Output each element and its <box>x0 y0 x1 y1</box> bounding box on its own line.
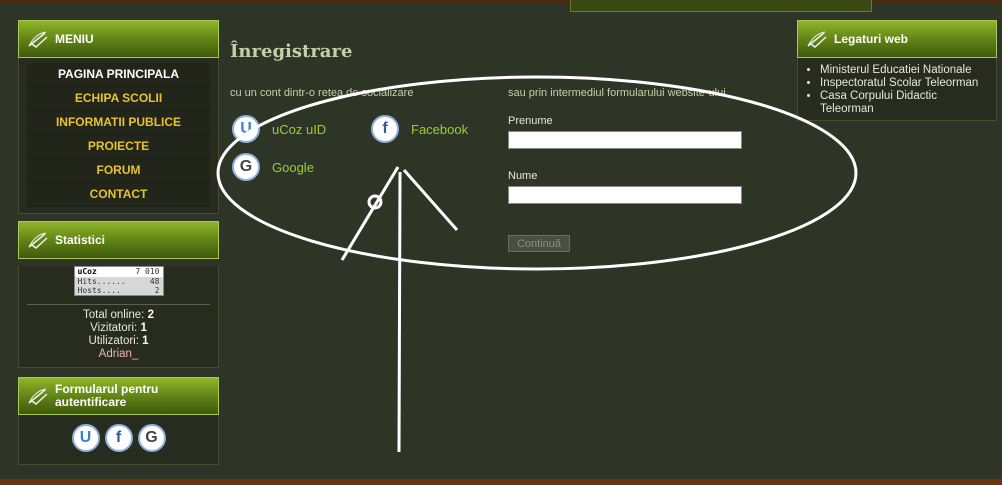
stats-body: uCoz 7 010 Hits...... 48 Hosts.... 2 Total … <box>18 266 219 368</box>
menu-title: MENIU <box>55 31 94 46</box>
page-title: Înregistrare <box>230 41 353 62</box>
counter-hits: 48 <box>149 277 160 286</box>
auth-title: Formularul pentru autentificare <box>55 383 158 409</box>
visitors-value: 1 <box>140 322 147 334</box>
menu-item-public-info[interactable]: INFORMATII PUBLICE <box>27 111 210 135</box>
link-label[interactable]: Casa Corpului Didactic Teleorman <box>820 90 937 115</box>
auth-icons: U f G <box>18 415 219 465</box>
bottom-border <box>0 479 1002 485</box>
google-icon[interactable]: G <box>137 424 166 452</box>
ucoz-counter[interactable]: uCoz 7 010 Hits...... 48 Hosts.... 2 <box>73 266 164 296</box>
menu-item-forum[interactable]: FORUM <box>27 159 210 183</box>
auth-title-line2: autentificare <box>55 395 127 409</box>
menu-list: PAGINA PRINCIPALA ECHIPA SCOLII INFORMAT… <box>18 58 219 214</box>
first-name-input[interactable] <box>508 131 742 149</box>
users-value: 1 <box>142 335 149 347</box>
ucoz-icon[interactable]: U <box>71 424 100 452</box>
counter-total: 7 010 <box>135 267 160 276</box>
menu-header: MENIU <box>18 20 219 58</box>
last-name-label: Nume <box>508 170 538 182</box>
google-icon: G <box>232 153 260 181</box>
google-login-button[interactable]: G Google <box>232 153 314 181</box>
registration-content: Înregistrare cu un cont dintr-o retea de… <box>230 38 785 478</box>
users-label: Utilizatori: <box>88 335 139 347</box>
counter-hosts-label: Hosts.... <box>77 286 121 295</box>
ucoz-login-button[interactable]: U uCoz uID <box>232 115 326 143</box>
links-block: Legaturi web Ministerul Educatiei Nation… <box>797 20 997 121</box>
last-name-input[interactable] <box>508 186 742 204</box>
visitors-label: Vizitatori: <box>90 322 138 334</box>
stats-header: Statistici <box>18 221 219 259</box>
form-caption: sau prin intermediul formularului websit… <box>508 87 726 99</box>
auth-block: Formularul pentru autentificare U f G <box>18 377 219 465</box>
link-item-ccd[interactable]: Casa Corpului Didactic Teleorman <box>820 90 992 116</box>
stats-title: Statistici <box>55 232 106 247</box>
link-label[interactable]: Ministerul Educatiei Nationale <box>820 64 972 76</box>
auth-header: Formularul pentru autentificare <box>18 377 219 415</box>
total-online-label: Total online: <box>83 309 145 321</box>
quill-icon <box>807 31 827 48</box>
stats-divider <box>27 304 210 305</box>
google-login-label: Google <box>272 159 314 175</box>
stats-lines: Total online: 2 Vizitatori: 1 Utilizator… <box>19 309 218 367</box>
quill-icon <box>28 232 48 249</box>
counter-hits-label: Hits...... <box>77 277 126 286</box>
auth-title-line1: Formularul pentru <box>55 382 159 396</box>
links-body: Ministerul Educatiei Nationale Inspector… <box>797 58 997 121</box>
menu-item-home[interactable]: PAGINA PRINCIPALA <box>27 63 210 87</box>
online-user-link[interactable]: Adrian_ <box>99 348 139 360</box>
counter-logo: uCoz <box>77 267 97 276</box>
menu-item-contact[interactable]: CONTACT <box>27 183 210 207</box>
facebook-icon: f <box>371 115 399 143</box>
quill-icon <box>28 388 48 405</box>
link-label[interactable]: Inspectoratul Scolar Teleorman <box>820 77 978 89</box>
first-name-label: Prenume <box>508 115 553 127</box>
link-item-inspectorate[interactable]: Inspectoratul Scolar Teleorman <box>820 77 992 90</box>
facebook-login-button[interactable]: f Facebook <box>371 115 468 143</box>
counter-hosts: 2 <box>154 286 160 295</box>
links-header: Legaturi web <box>797 20 997 58</box>
menu-item-team[interactable]: ECHIPA SCOLII <box>27 87 210 111</box>
ucoz-icon: U <box>232 115 260 143</box>
ucoz-login-label: uCoz uID <box>272 121 327 137</box>
facebook-login-label: Facebook <box>411 121 469 137</box>
quill-icon <box>28 31 48 48</box>
menu-item-projects[interactable]: PROIECTE <box>27 135 210 159</box>
social-caption: cu un cont dintr-o retea de socializare <box>230 87 414 99</box>
links-title: Legaturi web <box>834 31 909 46</box>
total-online-value: 2 <box>147 309 154 321</box>
link-item-ministry[interactable]: Ministerul Educatiei Nationale <box>820 64 992 77</box>
links-list: Ministerul Educatiei Nationale Inspector… <box>798 58 996 120</box>
menu-block: MENIU PAGINA PRINCIPALA ECHIPA SCOLII IN… <box>18 20 219 214</box>
stats-block: Statistici uCoz 7 010 Hits...... 48 Hosts.… <box>18 221 219 368</box>
header-tab <box>570 0 872 12</box>
continue-button[interactable]: Continuă <box>508 235 570 252</box>
facebook-icon[interactable]: f <box>104 424 133 452</box>
